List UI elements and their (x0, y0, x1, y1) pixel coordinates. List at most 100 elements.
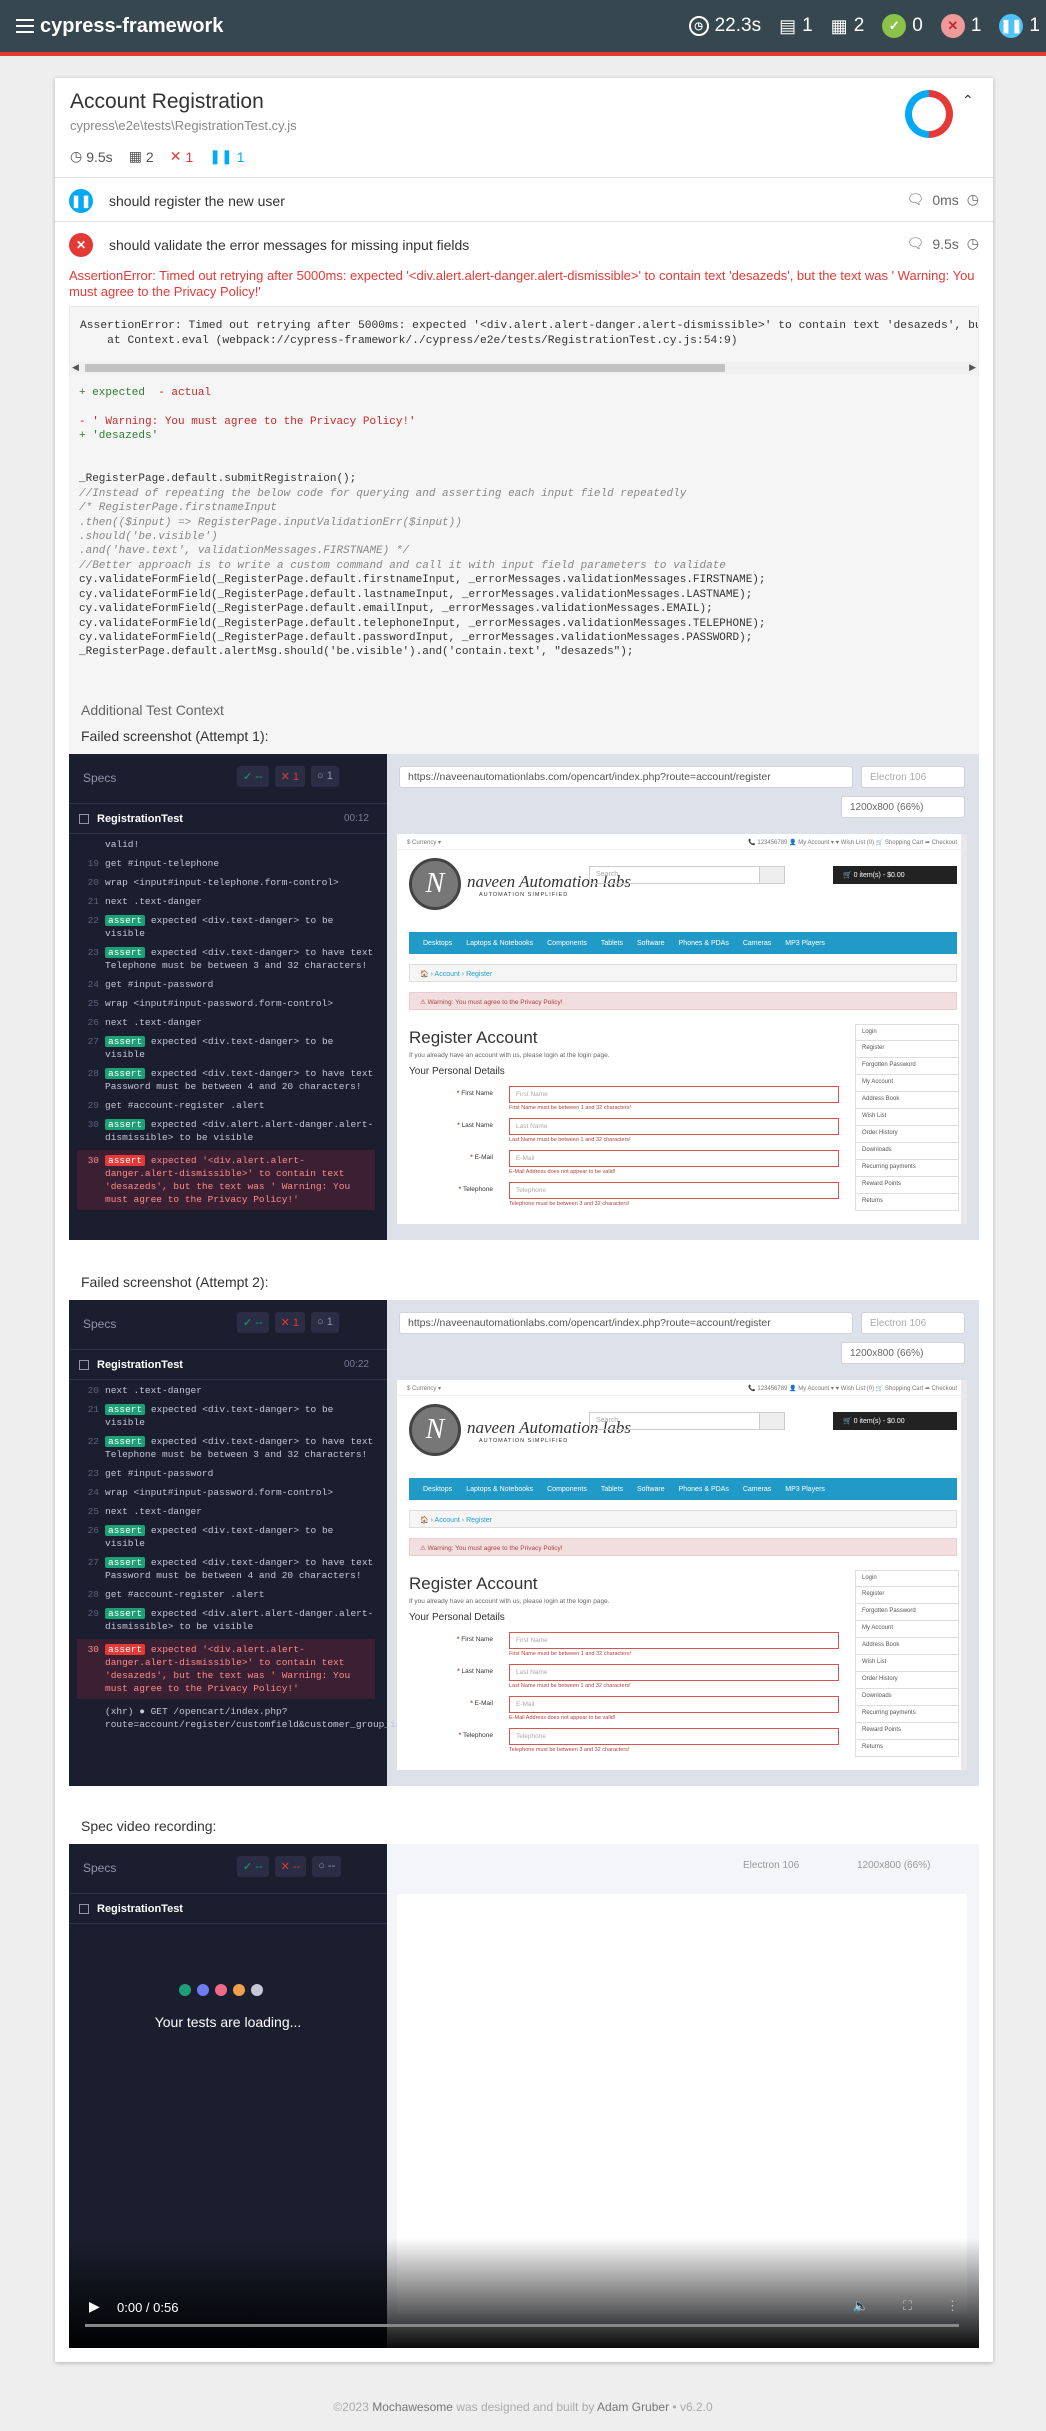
suite-title: Account Registration (70, 90, 264, 113)
loading-dots (179, 1984, 263, 1996)
footer: ©2023 Mochawesome was designed and built… (333, 2400, 713, 2414)
command-log-item[interactable]: 21 next .text-danger (81, 895, 375, 908)
browser-label: Electron 106 (861, 1312, 965, 1334)
stat-duration[interactable]: ◷ 22.3s (688, 15, 761, 37)
video-controls: ▶ 0:00 / 0:56 🔈 ⛶ ⋮ (69, 2288, 979, 2348)
arrow-right-icon[interactable]: ▶ (969, 362, 976, 373)
video-progress[interactable] (85, 2324, 959, 2327)
close-icon: ✕ (69, 233, 93, 257)
form-row: * E-Mail E-Mail E-Mail Address does not ap… (409, 1696, 849, 1722)
failed-screenshot-2[interactable]: Specs ✓ -- ✕ 1 ○ 1 RegistrationTest 00:22 2… (69, 1300, 979, 1786)
command-log-item[interactable]: 29 get #account-register .alert (81, 1099, 375, 1112)
close-icon: ✕ (169, 148, 182, 164)
viewport-label: 1200x800 (66%) (841, 796, 965, 818)
cart-button[interactable]: 🛒 0 item(s) - $0.00 (833, 866, 957, 884)
command-log-item[interactable]: valid! (81, 838, 375, 851)
command-log-item[interactable]: 20 wrap <input#input-telephone.form-contr… (81, 876, 375, 889)
stat-tests[interactable]: ▦ 2 (831, 15, 865, 37)
play-icon[interactable]: ▶ (89, 2298, 100, 2315)
command-log-item[interactable]: 27 assert expected <div.text-danger> to h… (81, 1556, 375, 1582)
breadcrumb: 🏠 › Account › Register (409, 1510, 957, 1528)
comment-icon: 🗨 (906, 191, 925, 207)
app-title: cypress-framework (40, 14, 224, 37)
top-bar: cypress-framework ◷ 22.3s ▤ 1 ▦ 2 ✓ 0 ✕ 1 ❚❚ 1 (0, 0, 1046, 52)
command-log-item[interactable]: 22 assert expected <div.text-danger> to b… (81, 914, 375, 940)
pause-icon: ❚❚ (69, 189, 93, 213)
command-log-item[interactable]: 20 next .text-danger (81, 1384, 375, 1397)
context-title: Additional Test Context (81, 702, 224, 718)
command-log-item[interactable]: 22 assert expected <div.text-danger> to h… (81, 1435, 375, 1461)
video-time: 0:00 / 0:56 (117, 2300, 179, 2315)
command-log-item[interactable]: 23 get #input-password (81, 1467, 375, 1480)
command-log-item[interactable]: 23 assert expected <div.text-danger> to h… (81, 946, 375, 972)
command-log-item[interactable]: 21 assert expected <div.text-danger> to b… (81, 1403, 375, 1429)
command-log-item[interactable]: 19 get #input-telephone (81, 857, 375, 870)
runner-panel: Specs ✓ -- ✕ 1 ○ 1 RegistrationTest 00:12 v… (69, 754, 387, 1240)
command-log-item[interactable]: 24 wrap <input#input-password.form-contro… (81, 1486, 375, 1499)
command-log-item[interactable]: 30 assert expected <div.alert.alert-dange… (81, 1118, 375, 1144)
scrollbar-thumb[interactable] (85, 364, 725, 372)
stat-passes[interactable]: ✓ 0 (882, 14, 923, 38)
form-row: * Last Name Last Name Last Name must be be… (409, 1664, 849, 1690)
command-log-item[interactable]: 28 get #account-register .alert (81, 1588, 375, 1601)
browser-label: Electron 106 (743, 1860, 800, 1871)
privacy-alert: ⚠ Warning: You must agree to the Privacy… (409, 992, 957, 1010)
search-icon[interactable] (759, 866, 785, 884)
specs-toggle: Specs (83, 1317, 117, 1331)
loading-dot (251, 1984, 263, 1996)
test-row-pending[interactable]: ❚❚ should register the new user 🗨 0ms ◷ (55, 178, 993, 222)
suite-tests: ▦ 2 (128, 148, 154, 165)
command-log-item[interactable]: 26 assert expected <div.text-danger> to b… (81, 1524, 375, 1550)
failed-screenshot-1[interactable]: Specs ✓ -- ✕ 1 ○ 1 RegistrationTest 00:12 v… (69, 754, 979, 1240)
spec-time: 00:12 (343, 813, 369, 824)
app-preview: https://naveenautomationlabs.com/opencar… (387, 754, 979, 1240)
command-log-xhr[interactable]: (xhr) ● GET /opencart/index.php?route=ac… (81, 1705, 413, 1731)
site-nav: Desktops Laptops & Notebooks Components Tab… (409, 932, 957, 954)
pause-icon: ❚❚ (209, 148, 233, 164)
pass-count: ✓ -- (237, 1856, 269, 1877)
form-row: * First Name First Name First Name must be… (409, 1632, 849, 1658)
site-preview: $ Currency ▾ 📞 123456789 👤 My Account ▾ ♥… (397, 1380, 967, 1770)
search-input[interactable]: Search (589, 1412, 761, 1430)
command-log-item[interactable]: 24 get #input-password (81, 978, 375, 991)
logo-icon: N (409, 858, 461, 910)
pause-icon: ❚❚ (999, 14, 1024, 38)
test-row-failed[interactable]: ✕ should validate the error messages for… (55, 222, 993, 266)
stat-pending[interactable]: ❚❚ 1 (999, 14, 1040, 38)
horizontal-scrollbar[interactable]: ◀ ▶ (69, 362, 979, 374)
browser-label: Electron 106 (861, 766, 965, 788)
command-log-item[interactable]: 27 assert expected <div.text-danger> to b… (81, 1035, 375, 1061)
command-log-failed[interactable]: 30 assert expected '<div.alert.alert-dang… (77, 1150, 375, 1210)
command-log-item[interactable]: 28 assert expected <div.text-danger> to h… (81, 1067, 375, 1093)
stat-suites[interactable]: ▤ 1 (779, 15, 813, 37)
form-row: * First Name First Name First Name must be… (409, 1086, 849, 1112)
more-options-icon[interactable]: ⋮ (946, 2298, 959, 2314)
loading-text: Your tests are loading... (154, 2014, 302, 2030)
command-log-item[interactable]: 25 next .text-danger (81, 1505, 375, 1518)
suite-failures: ✕ 1 (169, 148, 194, 165)
suite-result-donut (905, 90, 953, 138)
chevron-up-icon[interactable]: ⌃ (962, 92, 974, 109)
runner-panel: Specs ✓ -- ✕ 1 ○ 1 RegistrationTest 00:22 2… (69, 1300, 413, 1786)
test-meta: 🗨 9.5s ◷ (906, 235, 979, 252)
spec-video[interactable]: Specs ✓ -- ✕ -- ○ -- RegistrationTest Your… (69, 1844, 979, 2348)
logo-icon: N (409, 1404, 461, 1456)
url-bar: https://naveenautomationlabs.com/opencar… (399, 766, 853, 788)
command-log-item[interactable]: 29 assert expected <div.alert.alert-dange… (81, 1607, 375, 1633)
command-log-failed[interactable]: 30 assert expected '<div.alert.alert-dang… (77, 1639, 375, 1699)
search-input[interactable]: Search (589, 866, 761, 884)
site-preview: $ Currency ▾ 📞 123456789 👤 My Account ▾ ♥… (397, 834, 967, 1224)
stat-failures[interactable]: ✕ 1 (940, 14, 981, 38)
command-log: 20 next .text-danger 21 assert expected <di… (77, 1384, 413, 1737)
suite-stats: ◷ 9.5s ▦ 2 ✕ 1 ❚❚ 1 (70, 148, 245, 165)
loading-dot (215, 1984, 227, 1996)
arrow-left-icon[interactable]: ◀ (72, 362, 79, 373)
volume-icon[interactable]: 🔈 (853, 2298, 869, 2314)
command-log-item[interactable]: 25 wrap <input#input-password.form-contro… (81, 997, 375, 1010)
cart-button[interactable]: 🛒 0 item(s) - $0.00 (833, 1412, 957, 1430)
spec-icon (79, 814, 89, 824)
search-icon[interactable] (759, 1412, 785, 1430)
command-log-item[interactable]: 26 next .text-danger (81, 1016, 375, 1029)
suites-icon: ▤ (779, 15, 797, 36)
fullscreen-icon[interactable]: ⛶ (903, 2298, 912, 2314)
